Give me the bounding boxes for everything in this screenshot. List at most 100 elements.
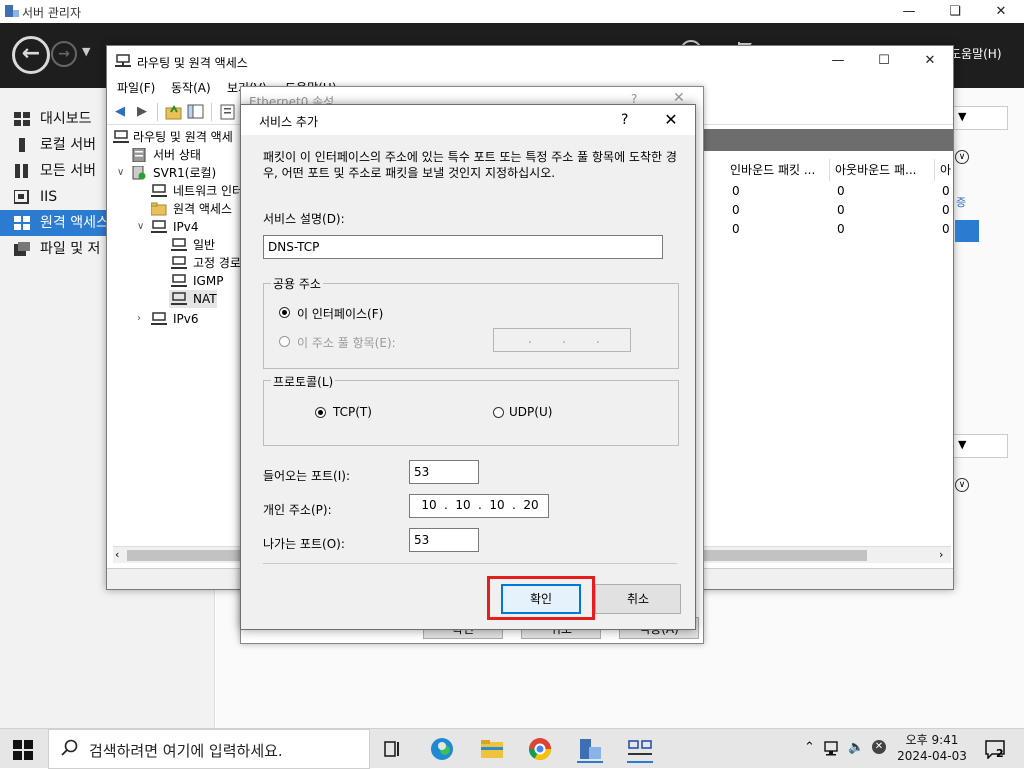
close-button[interactable]: ✕ xyxy=(978,0,1024,23)
column-outbound-packets[interactable]: 아웃바운드 패... xyxy=(831,159,935,181)
static-route-icon xyxy=(171,256,187,269)
outgoing-port-input[interactable]: 53 xyxy=(409,528,479,552)
address-pool-ip-field[interactable]: . . . xyxy=(493,328,631,352)
ip-octet[interactable]: 10 xyxy=(484,498,510,512)
tcp-radio[interactable] xyxy=(315,407,326,418)
private-address-ip-field[interactable]: 10 . 10 . 10 . 20 xyxy=(409,494,549,518)
incoming-port-label: 들어오는 포트(I): xyxy=(263,469,351,483)
outgoing-port-label: 나가는 포트(O): xyxy=(263,537,345,551)
system-clock[interactable]: 오후 9:41 2024-04-03 xyxy=(895,732,969,764)
task-view-icon[interactable] xyxy=(376,733,408,765)
ip-octet[interactable]: 10 xyxy=(450,498,476,512)
nat-node-icon xyxy=(171,292,187,305)
up-folder-icon[interactable] xyxy=(165,103,183,121)
service-description-label: 서비스 설명(D): xyxy=(263,212,345,226)
window-title: 서버 관리자 xyxy=(22,6,82,20)
public-address-group-label: 공용 주소 xyxy=(271,275,323,292)
tree-item-nat[interactable]: NAT xyxy=(169,290,217,308)
error-status-icon[interactable]: ✕ xyxy=(872,740,886,754)
service-description-input[interactable]: DNS-TCP xyxy=(263,235,663,259)
ipv6-node-icon xyxy=(151,312,167,325)
scroll-right-icon[interactable]: › xyxy=(939,548,943,561)
chevron-down-icon[interactable]: ▼ xyxy=(958,110,966,123)
ip-octet[interactable]: 10 xyxy=(416,498,442,512)
edge-browser-icon[interactable] xyxy=(426,733,458,765)
file-storage-icon xyxy=(14,242,30,256)
server-status-icon xyxy=(132,148,146,162)
tray-overflow-icon[interactable]: ⌃ xyxy=(804,740,815,755)
rras-maximize-button[interactable]: ☐ xyxy=(861,49,907,72)
chevron-down-icon[interactable]: ▼ xyxy=(958,438,966,451)
dialog-separator xyxy=(263,563,677,564)
chevron-down-icon[interactable]: ∨ xyxy=(117,164,124,182)
scroll-left-icon[interactable]: ‹ xyxy=(115,548,119,561)
search-placeholder: 검색하려면 여기에 입력하세요. xyxy=(89,742,283,760)
this-interface-radio[interactable] xyxy=(279,307,290,318)
rras-taskbar-icon[interactable] xyxy=(624,733,656,765)
server-manager-titlebar: 서버 관리자 — ❏ ✕ xyxy=(0,0,1024,23)
truncated-link: 증 xyxy=(956,196,967,209)
expand-circle-icon[interactable]: ∨ xyxy=(955,478,969,492)
iis-icon xyxy=(14,190,29,204)
volume-icon[interactable]: 🔈 xyxy=(848,740,864,755)
protocol-group-label: 프로토콜(L) xyxy=(271,373,336,390)
menu-file[interactable]: 파일(F) xyxy=(117,79,155,96)
file-explorer-icon[interactable] xyxy=(476,733,508,765)
rras-app-icon xyxy=(115,54,131,67)
forward-arrow-icon[interactable]: ▶ xyxy=(133,103,151,121)
menu-action[interactable]: 동작(A) xyxy=(171,79,211,96)
table-cell: 0 xyxy=(732,184,740,198)
help-icon[interactable]: ? xyxy=(621,112,628,128)
forward-button[interactable]: → xyxy=(51,41,77,67)
chevron-right-icon[interactable]: › xyxy=(137,310,141,328)
maximize-button[interactable]: ❏ xyxy=(932,0,978,23)
network-icon[interactable] xyxy=(824,741,842,757)
cancel-button[interactable]: 취소 xyxy=(595,584,681,614)
this-interface-label[interactable]: 이 인터페이스(F) xyxy=(297,305,383,322)
minimize-button[interactable]: — xyxy=(886,0,932,23)
tcp-label[interactable]: TCP(T) xyxy=(333,405,372,419)
dialog-title: 서비스 추가 xyxy=(259,115,319,129)
server-manager-taskbar-icon[interactable] xyxy=(574,733,606,765)
add-service-dialog: 서비스 추가 ? ✕ 패킷이 이 인터페이스의 주소에 있는 특수 포트 또는 … xyxy=(240,104,696,630)
table-cell: 0 xyxy=(942,203,950,217)
search-icon xyxy=(61,739,78,756)
taskbar-search[interactable]: 검색하려면 여기에 입력하세요. xyxy=(48,729,370,769)
close-icon[interactable]: ✕ xyxy=(659,109,683,131)
server-manager-icon xyxy=(5,5,19,17)
history-dropdown-icon[interactable]: ▼ xyxy=(82,45,90,58)
rras-node-icon xyxy=(113,130,129,143)
column-inbound-packets[interactable]: 인바운드 패킷 ... xyxy=(726,159,830,181)
udp-label[interactable]: UDP(U) xyxy=(509,405,552,419)
ip-octet[interactable]: 20 xyxy=(518,498,544,512)
back-button[interactable]: ← xyxy=(12,36,50,74)
incoming-port-input[interactable]: 53 xyxy=(409,460,479,484)
add-service-titlebar: 서비스 추가 ? ✕ xyxy=(241,105,695,135)
taskbar: 검색하려면 여기에 입력하세요. ⌃ 🔈 ✕ 오후 9:41 2024-04-0… xyxy=(0,728,1024,769)
clock-time: 오후 9:41 xyxy=(905,733,959,747)
properties-icon[interactable] xyxy=(219,103,237,121)
dashboard-icon xyxy=(14,112,30,126)
console-tree: 라우팅 및 원격 액세 서버 상태 ∨ SVR1(로컬) 네트워크 인터 원격 … xyxy=(109,126,243,556)
expand-circle-icon[interactable]: ∨ xyxy=(955,150,969,164)
rras-titlebar: 라우팅 및 원격 액세스 — ☐ ✕ xyxy=(107,46,953,76)
rras-close-button[interactable]: ✕ xyxy=(907,49,953,72)
windows-start-icon[interactable] xyxy=(12,739,34,761)
address-pool-radio[interactable] xyxy=(279,336,290,347)
table-cell: 0 xyxy=(942,222,950,236)
back-arrow-icon[interactable]: ◀ xyxy=(111,103,129,121)
table-cell: 0 xyxy=(942,184,950,198)
local-server-icon xyxy=(19,138,25,152)
rras-minimize-button[interactable]: — xyxy=(815,49,861,72)
chevron-down-icon[interactable]: ∨ xyxy=(137,218,144,236)
chrome-browser-icon[interactable] xyxy=(524,733,556,765)
column-truncated[interactable]: 아 xyxy=(936,159,953,181)
folder-icon xyxy=(151,202,167,216)
rras-title: 라우팅 및 원격 액세스 xyxy=(137,56,248,70)
show-hide-tree-icon[interactable] xyxy=(187,103,205,121)
table-cell: 0 xyxy=(732,203,740,217)
help-menu[interactable]: 도움말(H) xyxy=(950,45,1002,62)
notification-count: 2 xyxy=(996,747,1004,760)
address-pool-label[interactable]: 이 주소 풀 항목(E): xyxy=(297,334,396,351)
udp-radio[interactable] xyxy=(493,407,504,418)
